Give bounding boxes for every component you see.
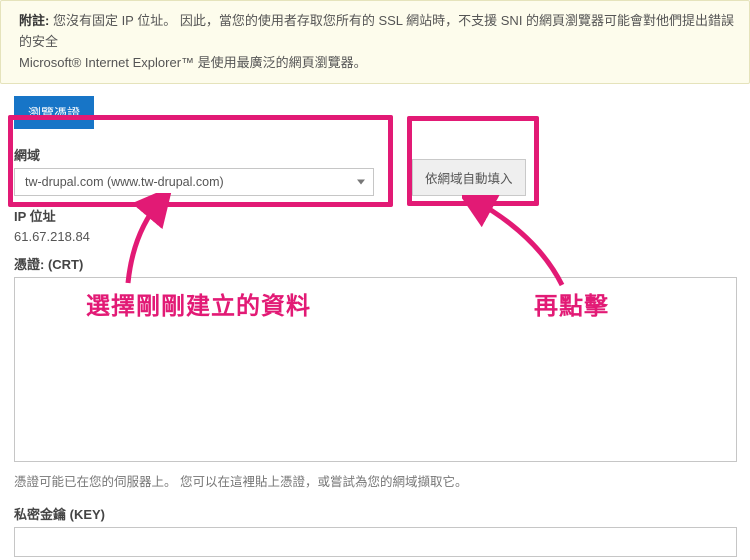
domain-field-group: 網域 tw-drupal.com (www.tw-drupal.com) [14, 145, 374, 196]
notice-line-2: Microsoft® Internet Explorer™ 是使用最廣泛的網頁瀏… [19, 53, 735, 74]
ip-label: IP 位址 [14, 206, 736, 225]
notice-text-1: 您沒有固定 IP 位址。 因此，當您的使用者存取您所有的 SSL 網站時，不支援… [19, 13, 734, 49]
notice-line-1: 附註: 您沒有固定 IP 位址。 因此，當您的使用者存取您所有的 SSL 網站時… [19, 11, 735, 53]
browse-cert-button[interactable]: 瀏覽憑證 [14, 96, 94, 129]
notice-banner: 附註: 您沒有固定 IP 位址。 因此，當您的使用者存取您所有的 SSL 網站時… [0, 0, 750, 84]
cert-textarea[interactable] [14, 277, 737, 462]
key-textarea[interactable] [14, 527, 737, 557]
domain-select[interactable]: tw-drupal.com (www.tw-drupal.com) [14, 168, 374, 196]
domain-label: 網域 [14, 145, 374, 164]
cert-label: 憑證: (CRT) [14, 254, 736, 273]
cert-help-text: 憑證可能已在您的伺服器上。 您可以在這裡貼上憑證，或嘗試為您的網域擷取它。 [14, 471, 736, 490]
key-label: 私密金鑰 (KEY) [14, 504, 736, 523]
chevron-down-icon [357, 180, 365, 185]
ip-value: 61.67.218.84 [14, 229, 736, 244]
autofill-by-domain-button[interactable]: 依網域自動填入 [412, 159, 526, 196]
notice-prefix: 附註: [19, 13, 49, 28]
domain-selected-value: tw-drupal.com (www.tw-drupal.com) [15, 169, 373, 195]
